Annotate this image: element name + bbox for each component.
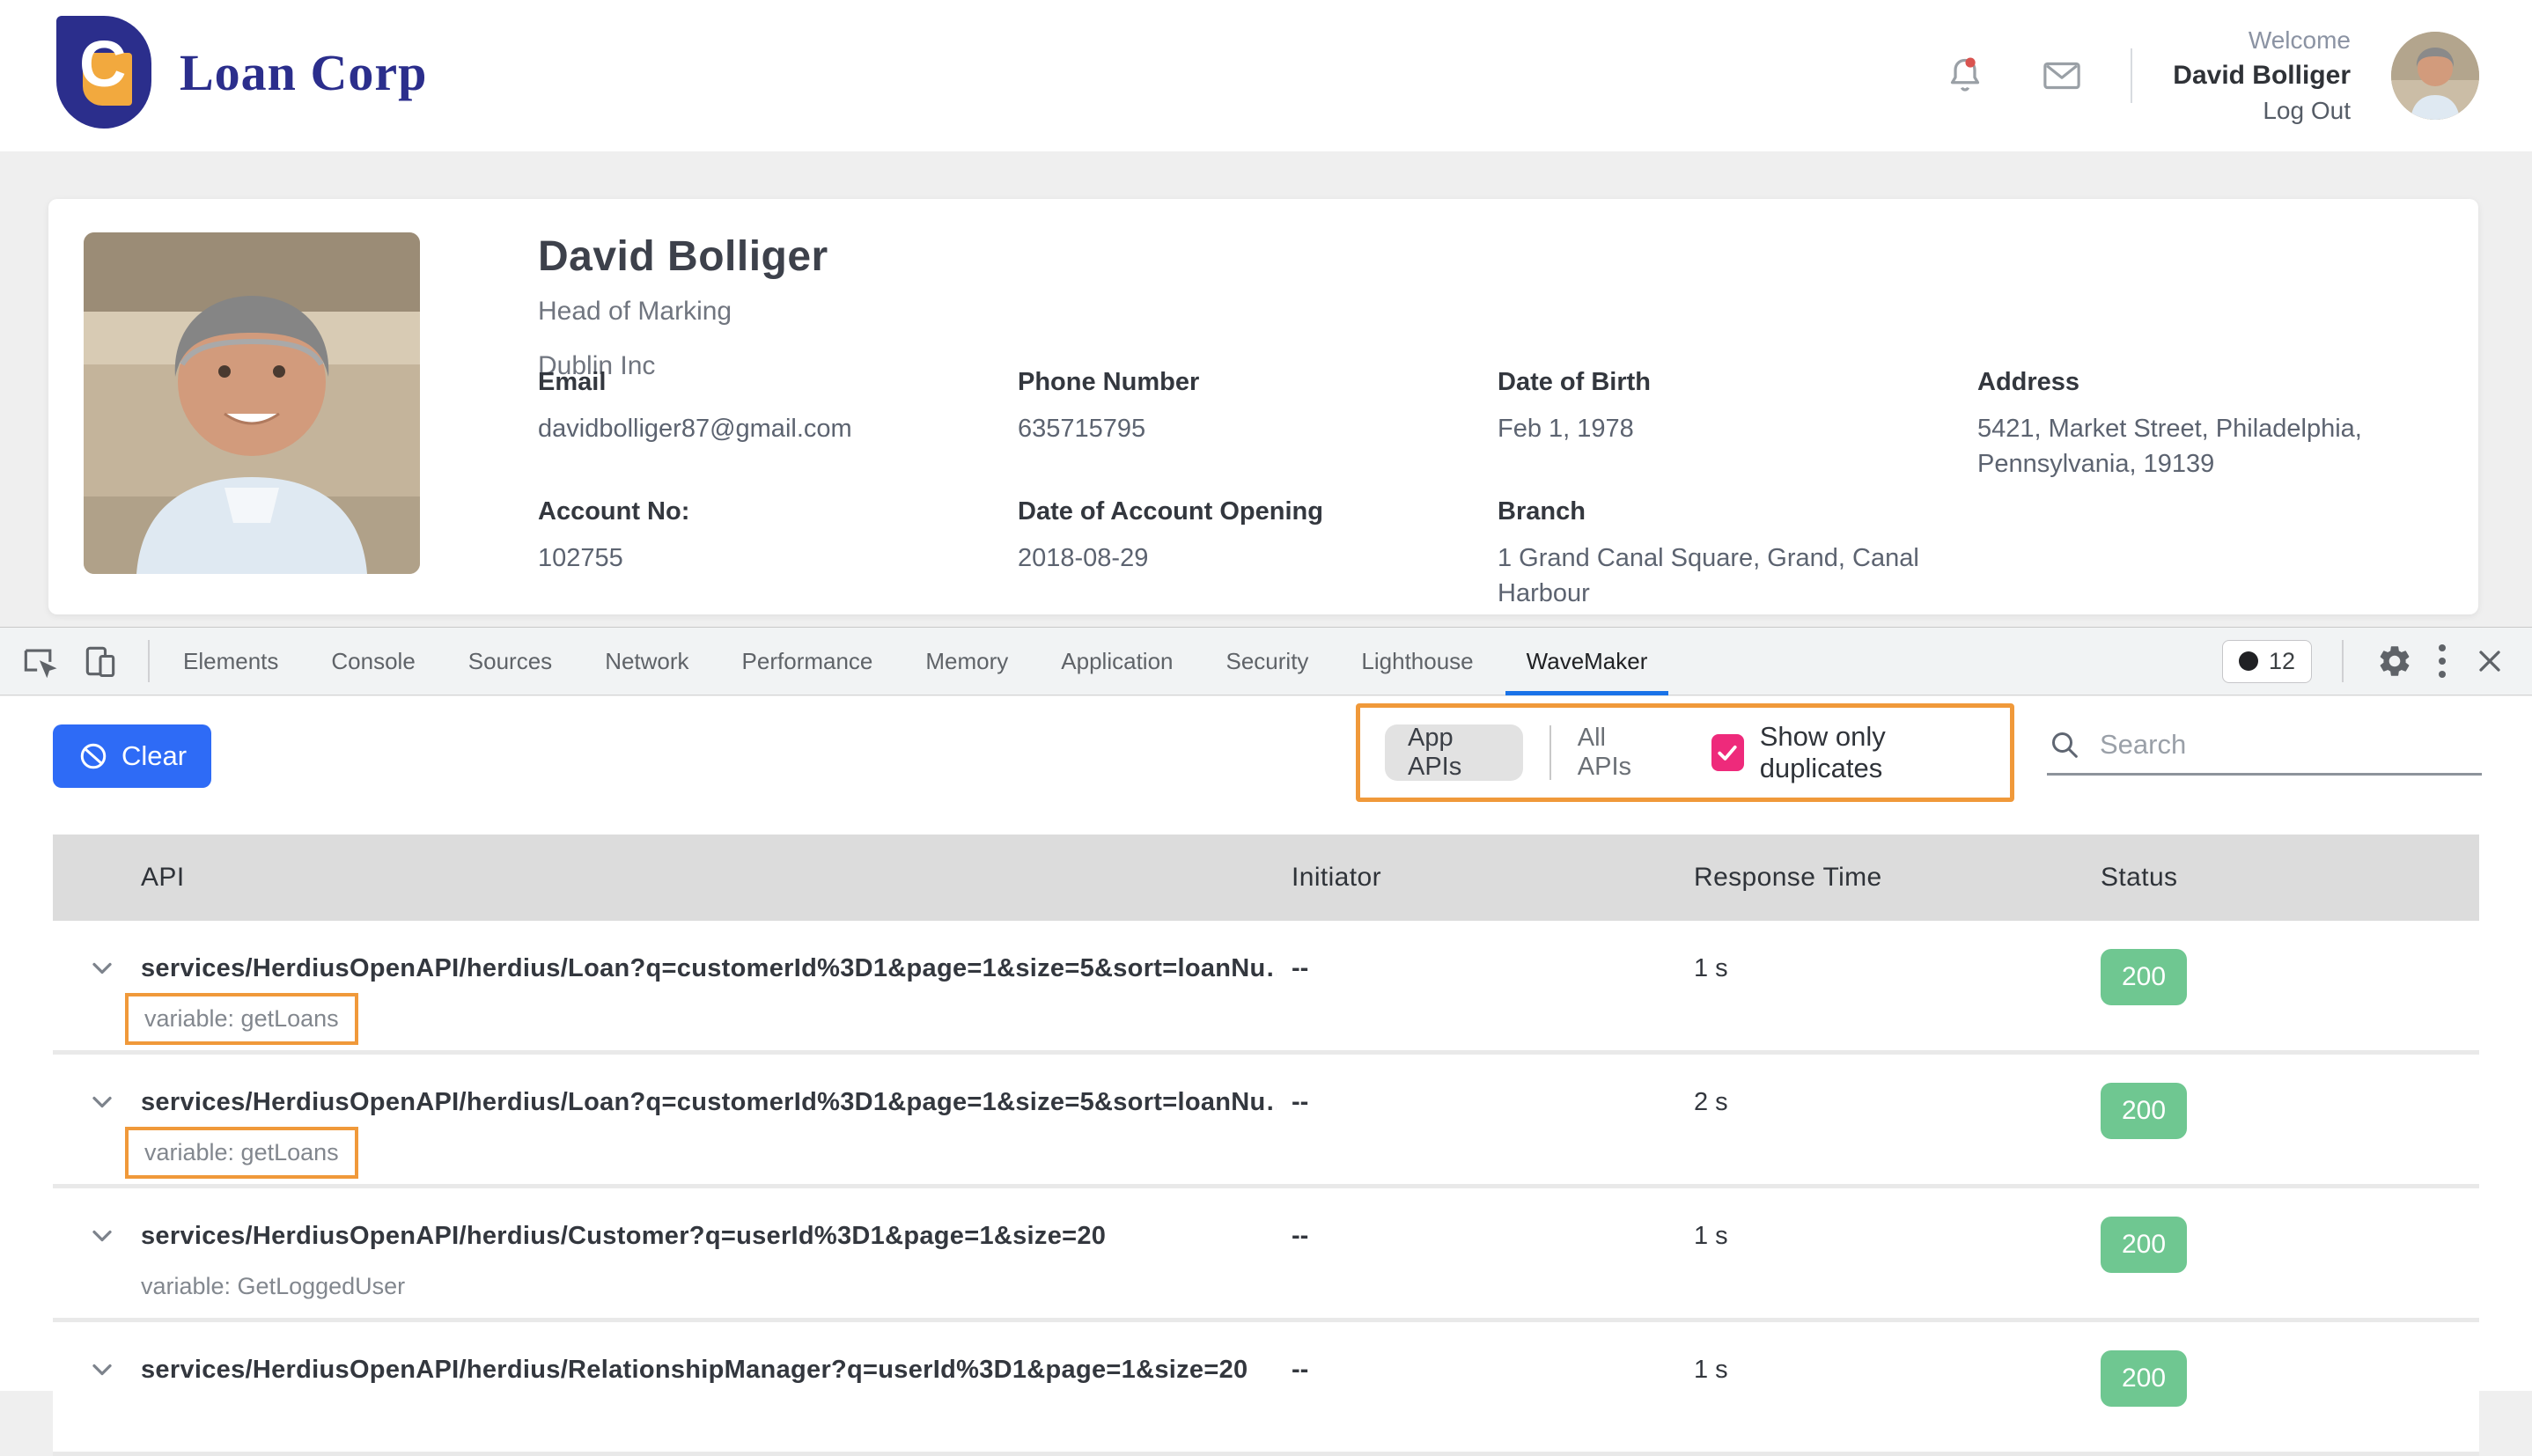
account-opening-label: Date of Account Opening: [1018, 497, 1462, 526]
devtools-tab-console[interactable]: Console: [305, 627, 441, 695]
devtools-tab-sources[interactable]: Sources: [442, 627, 578, 695]
issues-count-badge[interactable]: 12: [2222, 640, 2312, 683]
row-expand-chevron-icon[interactable]: [86, 952, 118, 989]
phone-label: Phone Number: [1018, 368, 1462, 397]
mail-icon[interactable]: [2034, 48, 2090, 104]
row-expand-chevron-icon[interactable]: [86, 1354, 118, 1390]
api-url[interactable]: services/HerdiusOpenAPI/herdius/Customer…: [141, 1222, 1277, 1251]
profile-details-grid: Email davidbolliger87@gmail.com Phone Num…: [538, 368, 2448, 611]
clear-prohibition-icon: [77, 740, 109, 772]
wavemaker-panel: Clear App APIs All APIs Show only duplic…: [0, 696, 2532, 1391]
header-divider: [2131, 48, 2132, 103]
status-badge: 200: [2101, 1217, 2187, 1273]
variable-tag-annotated: variable: getLoans: [125, 993, 358, 1045]
account-no-label: Account No:: [538, 497, 983, 526]
header-user-name: David Bolliger: [2173, 58, 2351, 93]
issues-count: 12: [2269, 648, 2295, 675]
device-toolbar-icon[interactable]: [79, 640, 121, 682]
profile-photo: [84, 232, 420, 574]
email-label: Email: [538, 368, 983, 397]
initiator-cell: --: [1292, 1088, 1308, 1117]
logout-link[interactable]: Log Out: [2173, 93, 2351, 129]
devtools-tab-wavemaker[interactable]: WaveMaker: [1500, 627, 1675, 695]
devtools-tab-network[interactable]: Network: [578, 627, 715, 695]
table-row: services/HerdiusOpenAPI/herdius/Loan?q=c…: [53, 921, 2479, 1055]
status-badge: 200: [2101, 1083, 2187, 1139]
branch-label: Branch: [1498, 497, 1942, 526]
close-devtools-icon[interactable]: [2469, 640, 2511, 682]
email-value: davidbolliger87@gmail.com: [538, 411, 983, 446]
segment-app-apis[interactable]: App APIs: [1385, 724, 1523, 781]
welcome-text: Welcome: [2173, 23, 2351, 58]
api-url[interactable]: services/HerdiusOpenAPI/herdius/Relation…: [141, 1356, 1277, 1385]
initiator-cell: --: [1292, 1222, 1308, 1251]
inspect-element-icon[interactable]: [18, 640, 60, 682]
api-table-header: API Initiator Response Time Status: [53, 835, 2479, 921]
segment-divider: [1549, 725, 1551, 780]
devtools-tab-performance[interactable]: Performance: [716, 627, 900, 695]
more-options-kebab-icon[interactable]: [2439, 644, 2446, 678]
table-row: services/HerdiusOpenAPI/herdius/Relation…: [53, 1322, 2479, 1456]
search-icon: [2047, 727, 2082, 762]
customer-profile-card: David Bolliger Head of Marking Dublin In…: [48, 199, 2478, 614]
column-api: API: [141, 835, 185, 921]
api-table: API Initiator Response Time Status servi…: [53, 835, 2479, 1456]
initiator-cell: --: [1292, 954, 1308, 983]
clear-button[interactable]: Clear: [53, 724, 211, 788]
devtools-tab-lighthouse[interactable]: Lighthouse: [1335, 627, 1499, 695]
address-label: Address: [1977, 368, 2413, 397]
brand-name: Loan Corp: [180, 43, 427, 102]
response-time-cell: 1 s: [1694, 1222, 1728, 1251]
search-input[interactable]: [2100, 729, 2482, 761]
status-badge: 200: [2101, 1350, 2187, 1407]
profile-role: Head of Marking: [538, 297, 828, 327]
issues-dot-icon: [2239, 651, 2258, 671]
devtools-tab-bar: ElementsConsoleSourcesNetworkPerformance…: [0, 627, 2532, 695]
response-time-cell: 1 s: [1694, 1356, 1728, 1385]
phone-value: 635715795: [1018, 411, 1462, 446]
address-value: 5421, Market Street, Philadelphia, Penns…: [1977, 411, 2413, 482]
devtools-tabs: ElementsConsoleSourcesNetworkPerformance…: [157, 627, 1674, 695]
row-expand-chevron-icon[interactable]: [86, 1086, 118, 1122]
account-opening-value: 2018-08-29: [1018, 540, 1462, 576]
initiator-cell: --: [1292, 1356, 1308, 1385]
devtools-tab-application[interactable]: Application: [1034, 627, 1199, 695]
column-response-time: Response Time: [1694, 835, 1882, 921]
dob-value: Feb 1, 1978: [1498, 411, 1942, 446]
api-filter-annotation-box: App APIs All APIs Show only duplicates: [1356, 703, 2014, 802]
segment-all-apis[interactable]: All APIs: [1578, 724, 1655, 782]
notification-bell-icon[interactable]: [1937, 48, 1993, 104]
column-initiator: Initiator: [1292, 835, 1381, 921]
show-duplicates-label[interactable]: Show only duplicates: [1760, 721, 1985, 784]
row-expand-chevron-icon[interactable]: [86, 1220, 118, 1256]
api-url[interactable]: services/HerdiusOpenAPI/herdius/Loan?q=c…: [141, 954, 1277, 983]
brand-logo[interactable]: C Loan Corp: [56, 16, 427, 129]
app-header: C Loan Corp Welcome David Bolliger Log O…: [0, 0, 2532, 151]
response-time-cell: 2 s: [1694, 1088, 1728, 1117]
table-row: services/HerdiusOpenAPI/herdius/Loan?q=c…: [53, 1055, 2479, 1188]
variable-tag: variable: GetLoggedUser: [141, 1273, 405, 1300]
table-row: services/HerdiusOpenAPI/herdius/Customer…: [53, 1188, 2479, 1322]
response-time-cell: 1 s: [1694, 954, 1728, 983]
devtools-tab-elements[interactable]: Elements: [157, 627, 305, 695]
status-badge: 200: [2101, 949, 2187, 1005]
api-table-body: services/HerdiusOpenAPI/herdius/Loan?q=c…: [53, 921, 2479, 1456]
loan-corp-logo-icon: C: [56, 16, 151, 129]
devtools-divider: [148, 640, 150, 682]
variable-tag-annotated: variable: getLoans: [125, 1127, 358, 1179]
profile-name: David Bolliger: [538, 232, 828, 281]
search-field: [2047, 716, 2482, 776]
devtools-divider: [2342, 640, 2344, 682]
dob-label: Date of Birth: [1498, 368, 1942, 397]
devtools-tab-security[interactable]: Security: [1200, 627, 1336, 695]
clear-button-label: Clear: [121, 740, 187, 772]
devtools-tab-memory[interactable]: Memory: [899, 627, 1034, 695]
branch-value: 1 Grand Canal Square, Grand, Canal Harbo…: [1498, 540, 1942, 611]
settings-gear-icon[interactable]: [2374, 640, 2416, 682]
show-duplicates-checkbox[interactable]: [1711, 734, 1744, 771]
column-status: Status: [2101, 835, 2177, 921]
api-url[interactable]: services/HerdiusOpenAPI/herdius/Loan?q=c…: [141, 1088, 1277, 1117]
account-no-value: 102755: [538, 540, 983, 576]
avatar[interactable]: [2391, 32, 2479, 120]
